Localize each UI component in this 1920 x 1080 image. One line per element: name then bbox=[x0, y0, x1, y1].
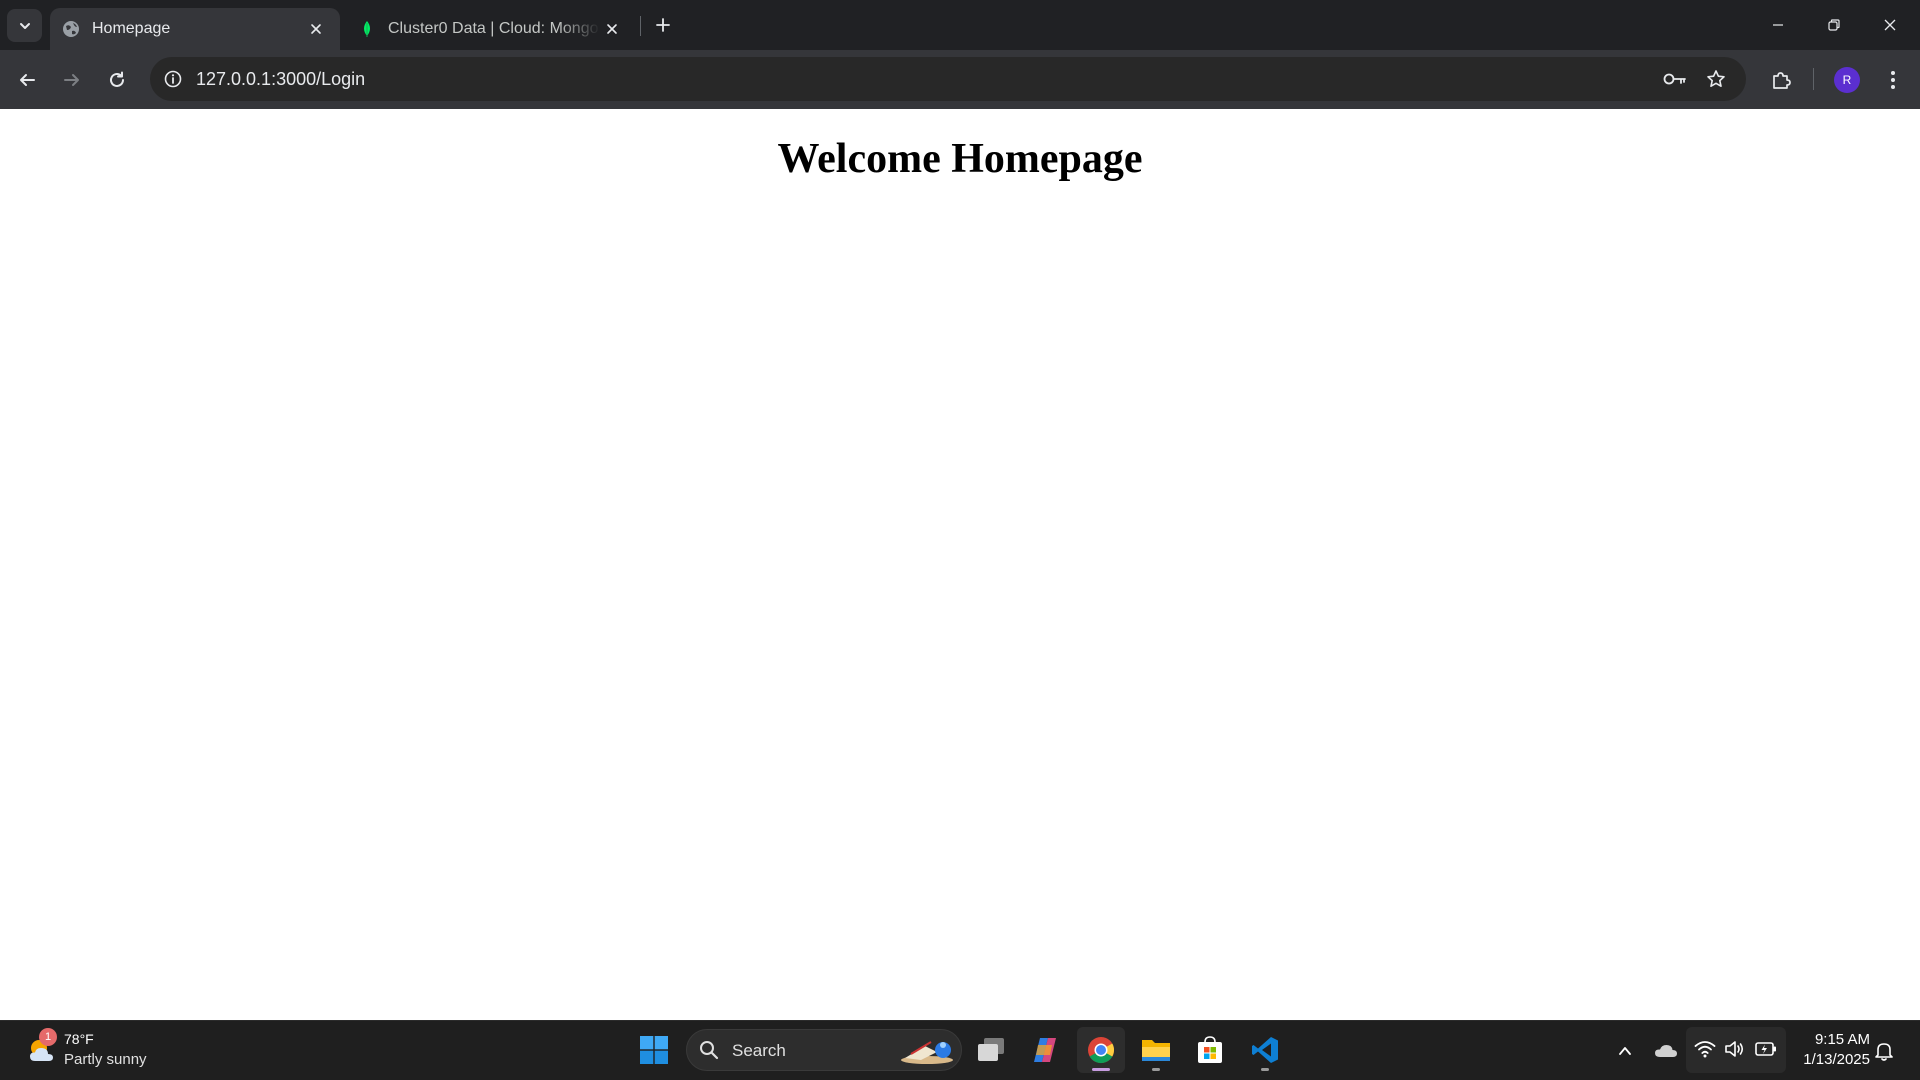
restore-icon bbox=[1828, 19, 1840, 31]
tab-title: Cluster0 Data | Cloud: MongoDB Cloud bbox=[388, 20, 600, 37]
active-app-indicator bbox=[1092, 1068, 1110, 1071]
password-key-button[interactable] bbox=[1662, 66, 1688, 92]
windows-taskbar: 1 78°F Partly sunny Search 9:15 AM 1/13/… bbox=[0, 1020, 1920, 1080]
tab-homepage[interactable]: Homepage bbox=[50, 8, 340, 50]
close-icon bbox=[1884, 19, 1896, 31]
browser-menu-button[interactable] bbox=[1876, 63, 1910, 97]
copilot-icon bbox=[1034, 1038, 1056, 1062]
info-icon bbox=[164, 70, 182, 88]
profile-avatar[interactable]: R bbox=[1834, 67, 1860, 93]
forward-button[interactable] bbox=[55, 63, 89, 97]
search-icon bbox=[700, 1041, 719, 1060]
tab-close-button[interactable] bbox=[600, 17, 624, 41]
taskbar-file-explorer[interactable] bbox=[1132, 1027, 1180, 1073]
wifi-icon bbox=[1694, 1041, 1716, 1058]
copilot-button[interactable] bbox=[1021, 1027, 1069, 1073]
reload-icon bbox=[110, 71, 124, 87]
tab-mongodb-cluster[interactable]: Cluster0 Data | Cloud: MongoDB Cloud bbox=[346, 8, 636, 50]
reload-button[interactable] bbox=[100, 63, 134, 97]
notification-badge: 1 bbox=[39, 1028, 57, 1046]
extensions-button[interactable] bbox=[1764, 63, 1798, 97]
show-hidden-icons-button[interactable] bbox=[1613, 1039, 1637, 1063]
clock-time[interactable]: 9:15 AM bbox=[1790, 1031, 1870, 1048]
file-explorer-icon bbox=[1142, 1040, 1170, 1061]
arrow-right-icon bbox=[64, 74, 79, 86]
weather-description: Partly sunny bbox=[64, 1051, 147, 1068]
bookmark-star-button[interactable] bbox=[1703, 66, 1729, 92]
page-viewport: Welcome Homepage bbox=[0, 109, 1920, 1020]
browser-toolbar: 127.0.0.1:3000/Login R bbox=[0, 50, 1920, 109]
quick-settings-button[interactable] bbox=[1686, 1027, 1786, 1073]
tab-close-button[interactable] bbox=[304, 17, 328, 41]
microsoft-store-icon bbox=[1198, 1036, 1222, 1063]
onedrive-button[interactable] bbox=[1654, 1039, 1678, 1063]
search-highlight-art-icon bbox=[901, 1041, 953, 1064]
bell-icon bbox=[1875, 1043, 1893, 1061]
browser-tab-strip: Homepage Cluster0 Data | Cloud: MongoDB … bbox=[0, 0, 1920, 50]
chevron-up-icon bbox=[1619, 1047, 1631, 1055]
globe-icon bbox=[63, 21, 79, 37]
site-info-button[interactable] bbox=[160, 66, 186, 92]
weather-temperature: 78°F bbox=[64, 1031, 94, 1047]
minimize-button[interactable] bbox=[1750, 0, 1806, 50]
close-icon bbox=[311, 24, 321, 34]
running-app-indicator bbox=[1152, 1068, 1160, 1071]
page-heading: Welcome Homepage bbox=[777, 136, 1143, 182]
battery-charging-icon bbox=[1755, 1042, 1776, 1056]
running-app-indicator bbox=[1261, 1068, 1269, 1071]
new-tab-button[interactable] bbox=[650, 12, 676, 38]
start-button[interactable] bbox=[630, 1027, 678, 1073]
task-view-button[interactable] bbox=[967, 1027, 1015, 1073]
arrow-left-icon bbox=[20, 74, 35, 86]
volume-icon bbox=[1725, 1041, 1744, 1057]
restore-button[interactable] bbox=[1806, 0, 1862, 50]
notifications-button[interactable] bbox=[1872, 1039, 1896, 1063]
taskbar-vscode[interactable] bbox=[1241, 1027, 1289, 1073]
toolbar-separator bbox=[1813, 68, 1814, 90]
chevron-down-icon bbox=[19, 22, 30, 29]
windows-start-icon bbox=[640, 1036, 668, 1064]
tab-separator bbox=[640, 16, 641, 36]
vscode-icon bbox=[1252, 1037, 1278, 1063]
taskbar-chrome[interactable] bbox=[1077, 1027, 1125, 1073]
back-button[interactable] bbox=[10, 63, 44, 97]
tab-title: Homepage bbox=[92, 20, 171, 37]
key-icon bbox=[1663, 73, 1686, 85]
close-icon bbox=[607, 24, 617, 34]
taskbar-search-label: Search bbox=[732, 1041, 786, 1060]
plus-icon bbox=[656, 18, 670, 32]
kebab-menu-icon bbox=[1891, 71, 1895, 89]
chrome-icon bbox=[1088, 1037, 1115, 1064]
cloud-icon bbox=[1655, 1045, 1677, 1057]
address-bar-url[interactable]: 127.0.0.1:3000/Login bbox=[196, 68, 365, 90]
task-view-icon bbox=[978, 1038, 1004, 1061]
mongodb-leaf-icon bbox=[364, 21, 370, 37]
close-window-button[interactable] bbox=[1862, 0, 1918, 50]
puzzle-piece-icon bbox=[1773, 72, 1791, 89]
taskbar-microsoft-store[interactable] bbox=[1186, 1027, 1234, 1073]
star-icon bbox=[1707, 70, 1725, 87]
minimize-icon bbox=[1773, 24, 1783, 26]
tab-search-button[interactable] bbox=[7, 9, 42, 42]
address-bar[interactable]: 127.0.0.1:3000/Login bbox=[150, 57, 1746, 101]
taskbar-search-box[interactable]: Search bbox=[686, 1029, 962, 1071]
clock-date[interactable]: 1/13/2025 bbox=[1790, 1051, 1870, 1068]
